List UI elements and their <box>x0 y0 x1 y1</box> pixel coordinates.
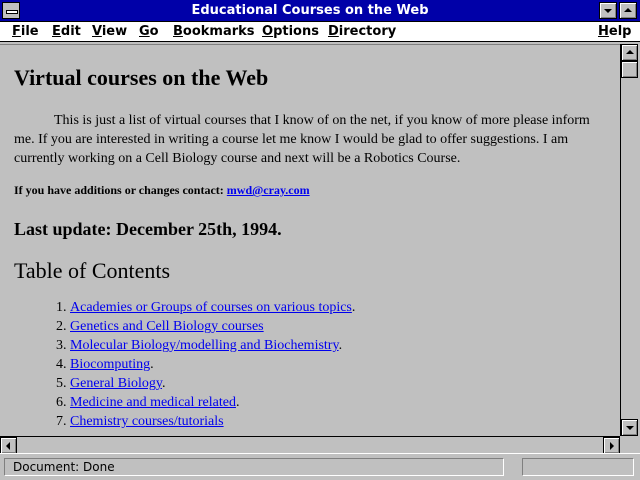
toc-list: Academies or Groups of courses on variou… <box>14 298 610 431</box>
contact-line: If you have additions or changes contact… <box>14 182 610 198</box>
toc-link-medicine[interactable]: Medicine and medical related <box>70 395 236 410</box>
toc-link-biocomputing[interactable]: Biocomputing <box>70 357 150 372</box>
vertical-scroll-thumb[interactable] <box>621 61 638 78</box>
horizontal-scrollbar[interactable] <box>0 436 620 454</box>
progress-indicator <box>522 458 634 476</box>
toc-link-genetics[interactable]: Genetics and Cell Biology courses <box>70 319 264 334</box>
toc-item: General Biology. <box>70 374 610 393</box>
status-bar: Document: Done <box>0 453 640 480</box>
toc-item: Chemistry courses/tutorials <box>70 412 610 431</box>
menu-directory[interactable]: Directory <box>328 24 396 40</box>
toc-link-chemistry[interactable]: Chemistry courses/tutorials <box>70 414 224 429</box>
maximize-icon <box>624 8 632 12</box>
toc-link-molecular-biology[interactable]: Molecular Biology/modelling and Biochemi… <box>70 338 339 353</box>
system-menu-icon[interactable] <box>2 2 20 19</box>
contact-label: If you have additions or changes contact… <box>14 183 224 197</box>
page-title: Virtual courses on the Web <box>14 65 269 90</box>
toc-item: Genetics and Cell Biology courses <box>70 317 610 336</box>
document-view[interactable]: Virtual courses on the Web This is just … <box>0 44 620 437</box>
arrow-up-icon <box>626 50 634 54</box>
status-text: Document: Done <box>4 458 504 476</box>
scroll-left-button[interactable] <box>0 437 17 454</box>
toc-heading: Table of Contents <box>14 258 171 283</box>
toc-item: Molecular Biology/modelling and Biochemi… <box>70 336 610 355</box>
toc-item: Biocomputing. <box>70 355 610 374</box>
menu-options[interactable]: Options <box>262 24 319 40</box>
toc-link-academies[interactable]: Academies or Groups of courses on variou… <box>70 300 352 315</box>
intro-paragraph: This is just a list of virtual courses t… <box>14 113 590 166</box>
scroll-up-button[interactable] <box>621 44 638 61</box>
minimize-button[interactable] <box>599 2 617 19</box>
menu-bookmarks[interactable]: Bookmarks <box>173 24 255 40</box>
maximize-button[interactable] <box>619 2 637 19</box>
window-title: Educational Courses on the Web <box>191 3 429 18</box>
toc-link-general-biology[interactable]: General Biology <box>70 376 162 391</box>
menu-edit[interactable]: Edit <box>52 24 81 40</box>
menu-file[interactable]: File <box>12 24 39 40</box>
arrow-right-icon <box>610 442 614 450</box>
title-bar: Educational Courses on the Web <box>0 0 640 22</box>
arrow-left-icon <box>6 442 10 450</box>
menu-bar: File Edit View Go Bookmarks Options Dire… <box>0 22 640 42</box>
scrollbar-corner <box>620 436 638 453</box>
menu-view[interactable]: View <box>92 24 127 40</box>
menu-help[interactable]: Help <box>598 24 631 40</box>
contact-email-link[interactable]: mwd@cray.com <box>227 183 310 197</box>
page-content: Virtual courses on the Web This is just … <box>14 65 610 431</box>
last-update: Last update: December 25th, 1994. <box>14 219 282 239</box>
scroll-right-button[interactable] <box>603 437 620 454</box>
toc-item: Academies or Groups of courses on variou… <box>70 298 610 317</box>
menu-go[interactable]: Go <box>139 24 159 40</box>
arrow-down-icon <box>626 426 634 430</box>
vertical-scrollbar[interactable] <box>620 44 638 436</box>
minimize-icon <box>604 9 612 13</box>
toc-item: Medicine and medical related. <box>70 393 610 412</box>
scroll-down-button[interactable] <box>621 419 638 436</box>
